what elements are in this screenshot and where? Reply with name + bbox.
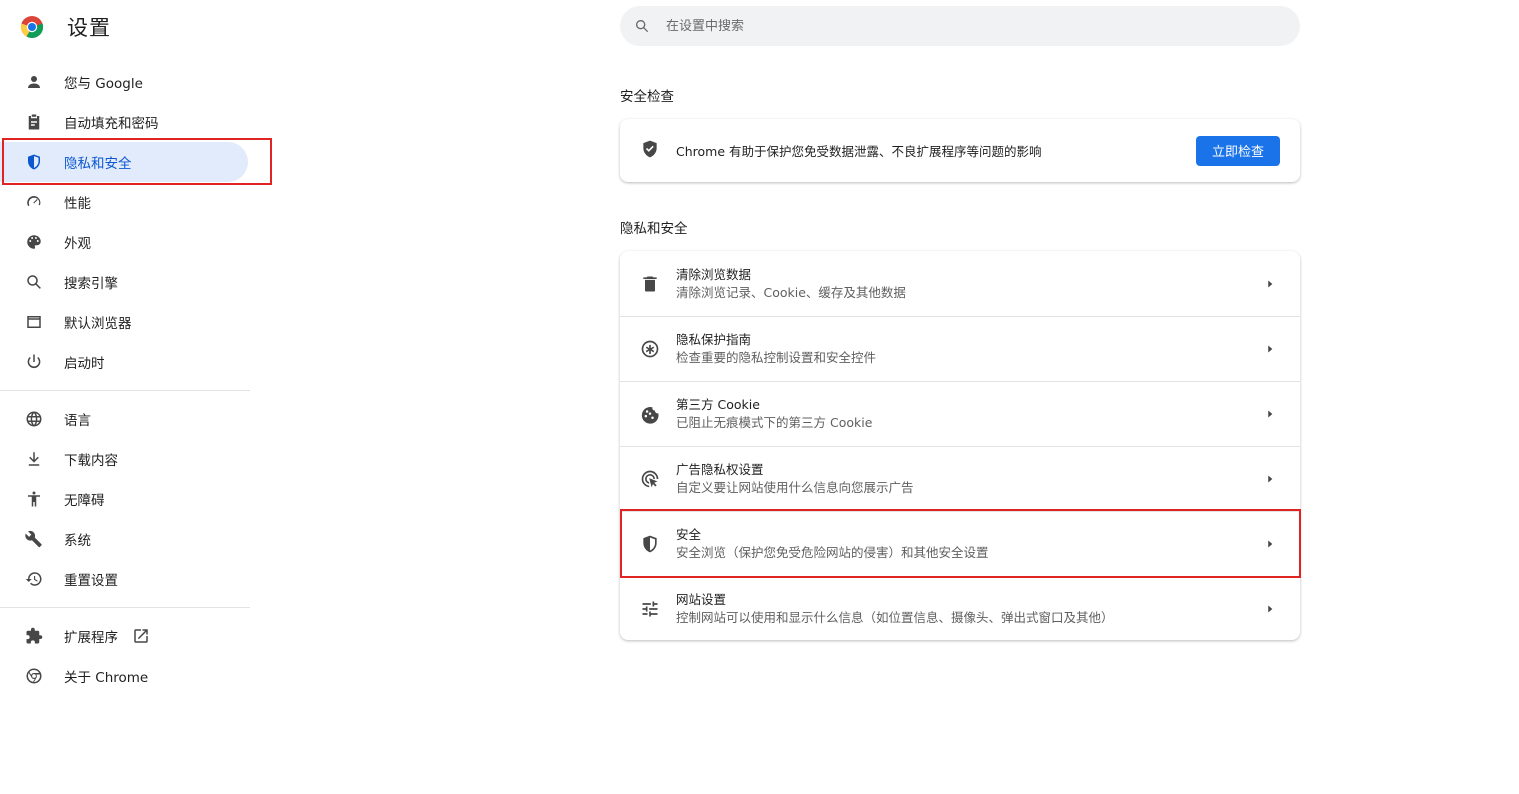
search-bar[interactable]	[620, 6, 1300, 46]
row-clear-browsing-data[interactable]: 清除浏览数据 清除浏览记录、Cookie、缓存及其他数据	[620, 251, 1300, 316]
privacy-guide-icon	[640, 339, 660, 359]
row-title: 网站设置	[676, 592, 727, 607]
row-third-party-cookies[interactable]: 第三方 Cookie 已阻止无痕模式下的第三方 Cookie	[620, 381, 1300, 446]
sidebar-item-on-startup[interactable]: 启动时	[0, 342, 252, 382]
safety-check-description: Chrome 有助于保护您免受数据泄露、不良扩展程序等问题的影响	[676, 144, 1042, 159]
row-title: 清除浏览数据	[676, 266, 752, 282]
download-icon	[24, 449, 44, 469]
sidebar-item-label: 您与 Google	[64, 76, 143, 92]
sidebar-item-label: 无障碍	[64, 493, 105, 509]
sidebar-item-label: 默认浏览器	[64, 316, 132, 332]
cookie-icon	[640, 404, 660, 424]
row-texts: 隐私保护指南 检查重要的隐私控制设置和安全控件	[676, 331, 1260, 367]
sidebar-item-accessibility[interactable]: 无障碍	[0, 479, 252, 519]
sidebar-item-label: 性能	[64, 196, 91, 212]
sidebar-item-label: 系统	[64, 533, 91, 549]
row-subtitle: 控制网站可以使用和显示什么信息（如位置信息、摄像头、弹出式窗口及其他）	[676, 610, 1114, 625]
open-in-new-icon	[132, 627, 150, 645]
globe-icon	[24, 409, 44, 429]
sidebar-item-languages[interactable]: 语言	[0, 399, 252, 439]
sidebar-item-label: 启动时	[64, 356, 105, 372]
row-texts: 第三方 Cookie 已阻止无痕模式下的第三方 Cookie	[676, 396, 1260, 432]
check-now-button[interactable]: 立即检查	[1195, 135, 1280, 166]
sidebar-item-label: 搜索引擎	[64, 276, 118, 292]
sidebar-item-you-and-google[interactable]: 您与 Google	[0, 62, 252, 102]
row-site-settings[interactable]: 网站设置 控制网站可以使用和显示什么信息（如位置信息、摄像头、弹出式窗口及其他）	[620, 576, 1300, 641]
sidebar-item-label: 下载内容	[64, 453, 118, 469]
wrench-icon	[24, 529, 44, 549]
sidebar-item-label: 关于 Chrome	[64, 670, 149, 686]
puzzle-icon	[24, 626, 44, 646]
sidebar-item-system[interactable]: 系统	[0, 519, 252, 559]
sidebar-item-downloads[interactable]: 下载内容	[0, 439, 252, 479]
row-texts: 广告隐私权设置 自定义要让网站使用什么信息向您展示广告	[676, 461, 1260, 497]
chevron-right-icon	[1260, 469, 1280, 489]
row-title: 隐私保护指南	[676, 332, 752, 347]
sidebar-item-label: 语言	[64, 413, 91, 429]
ad-privacy-icon	[640, 469, 660, 489]
sidebar-item-search-engine[interactable]: 搜索引擎	[0, 262, 252, 302]
sidebar-item-privacy[interactable]: 隐私和安全	[0, 142, 252, 182]
page-title: 设置	[67, 16, 111, 40]
search-input[interactable]	[666, 18, 1266, 34]
accessibility-icon	[24, 489, 44, 509]
sidebar: 您与 Google 自动填充和密码 隐私和安全 性能 外观 搜索引擎 默认浏览器…	[0, 62, 252, 696]
chevron-right-icon	[1260, 534, 1280, 554]
restore-icon	[24, 569, 44, 589]
row-texts: 网站设置 控制网站可以使用和显示什么信息（如位置信息、摄像头、弹出式窗口及其他）	[676, 591, 1260, 627]
chrome-logo-icon	[20, 16, 44, 39]
search-icon	[24, 272, 44, 292]
search-icon	[636, 20, 649, 33]
row-security[interactable]: 安全 安全浏览（保护您免受危险网站的侵害）和其他安全设置	[620, 511, 1300, 576]
sidebar-item-autofill[interactable]: 自动填充和密码	[0, 102, 252, 142]
row-title: 第三方 Cookie	[676, 397, 760, 412]
palette-icon	[24, 232, 44, 252]
row-title: 广告隐私权设置	[676, 462, 764, 477]
sidebar-item-label: 自动填充和密码	[64, 116, 159, 132]
sidebar-item-label: 重置设置	[64, 573, 118, 589]
row-subtitle: 清除浏览记录、Cookie、缓存及其他数据	[676, 284, 906, 300]
row-title: 安全	[676, 527, 702, 542]
safety-check-card: Chrome 有助于保护您免受数据泄露、不良扩展程序等问题的影响 立即检查	[620, 119, 1300, 182]
chevron-right-icon	[1260, 274, 1280, 294]
app-header: 设置	[20, 12, 111, 42]
row-subtitle: 自定义要让网站使用什么信息向您展示广告	[676, 480, 914, 495]
shield-check-icon	[640, 139, 660, 163]
clipboard-icon	[24, 112, 44, 132]
speedometer-icon	[24, 192, 44, 212]
trash-icon	[640, 274, 660, 294]
privacy-section-heading: 隐私和安全	[620, 221, 688, 237]
row-subtitle: 安全浏览（保护您免受危险网站的侵害）和其他安全设置	[676, 545, 989, 560]
sidebar-item-reset[interactable]: 重置设置	[0, 559, 252, 599]
safety-check-heading: 安全检查	[620, 89, 674, 105]
sidebar-divider	[0, 607, 250, 608]
row-subtitle: 已阻止无痕模式下的第三方 Cookie	[676, 415, 873, 430]
browser-window-icon	[24, 312, 44, 332]
row-texts: 安全 安全浏览（保护您免受危险网站的侵害）和其他安全设置	[676, 526, 1260, 562]
sidebar-item-default-browser[interactable]: 默认浏览器	[0, 302, 252, 342]
chrome-icon	[24, 666, 44, 686]
security-shield-icon	[640, 534, 660, 554]
sidebar-item-label: 隐私和安全	[64, 156, 132, 172]
person-icon	[24, 72, 44, 92]
shield-icon	[24, 152, 44, 172]
sidebar-divider	[0, 390, 250, 391]
sidebar-item-about-chrome[interactable]: 关于 Chrome	[0, 656, 252, 696]
power-icon	[24, 352, 44, 372]
row-privacy-guide[interactable]: 隐私保护指南 检查重要的隐私控制设置和安全控件	[620, 316, 1300, 381]
sidebar-item-label: 扩展程序	[64, 630, 118, 646]
sidebar-item-extensions[interactable]: 扩展程序	[0, 616, 252, 656]
chevron-right-icon	[1260, 339, 1280, 359]
chevron-right-icon	[1260, 404, 1280, 424]
sidebar-item-appearance[interactable]: 外观	[0, 222, 252, 262]
privacy-settings-list: 清除浏览数据 清除浏览记录、Cookie、缓存及其他数据 隐私保护指南 检查重要…	[620, 251, 1300, 640]
sidebar-item-label: 外观	[64, 236, 91, 252]
row-ad-privacy[interactable]: 广告隐私权设置 自定义要让网站使用什么信息向您展示广告	[620, 446, 1300, 511]
sidebar-item-performance[interactable]: 性能	[0, 182, 252, 222]
row-texts: 清除浏览数据 清除浏览记录、Cookie、缓存及其他数据	[676, 266, 1260, 302]
chevron-right-icon	[1260, 599, 1280, 619]
row-subtitle: 检查重要的隐私控制设置和安全控件	[676, 350, 877, 365]
tune-icon	[640, 599, 660, 619]
